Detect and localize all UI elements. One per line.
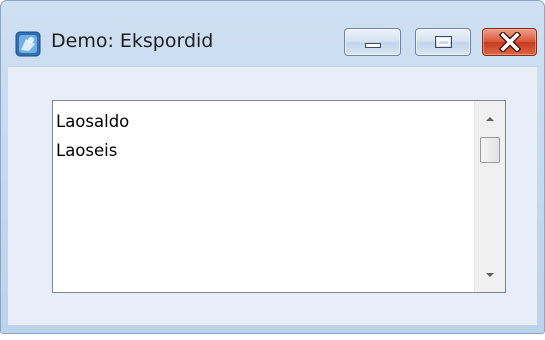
app-icon[interactable] — [15, 31, 41, 57]
vertical-scrollbar[interactable] — [474, 101, 505, 292]
client-area: Laosaldo Laoseis — [8, 66, 537, 325]
scroll-down-arrow-icon — [486, 273, 494, 277]
scroll-up-button[interactable] — [475, 101, 505, 123]
scroll-down-button[interactable] — [475, 270, 505, 292]
exports-listbox[interactable]: Laosaldo Laoseis — [52, 100, 506, 293]
close-icon — [499, 32, 521, 52]
scroll-thumb[interactable] — [480, 137, 500, 163]
scroll-up-arrow-icon — [486, 117, 494, 121]
list-item-laosaldo[interactable]: Laosaldo — [53, 107, 474, 136]
maximize-icon — [435, 36, 452, 48]
window: Demo: Ekspordid Laosaldo Laoseis — [0, 0, 545, 334]
list-items: Laosaldo Laoseis — [53, 101, 474, 292]
close-button[interactable] — [482, 28, 537, 56]
list-item-laoseis[interactable]: Laoseis — [53, 136, 474, 165]
maximize-button[interactable] — [415, 28, 471, 56]
minimize-icon — [365, 43, 381, 48]
minimize-button[interactable] — [344, 28, 401, 56]
title-bar[interactable]: Demo: Ekspordid — [1, 1, 544, 61]
window-title: Demo: Ekspordid — [51, 30, 214, 52]
